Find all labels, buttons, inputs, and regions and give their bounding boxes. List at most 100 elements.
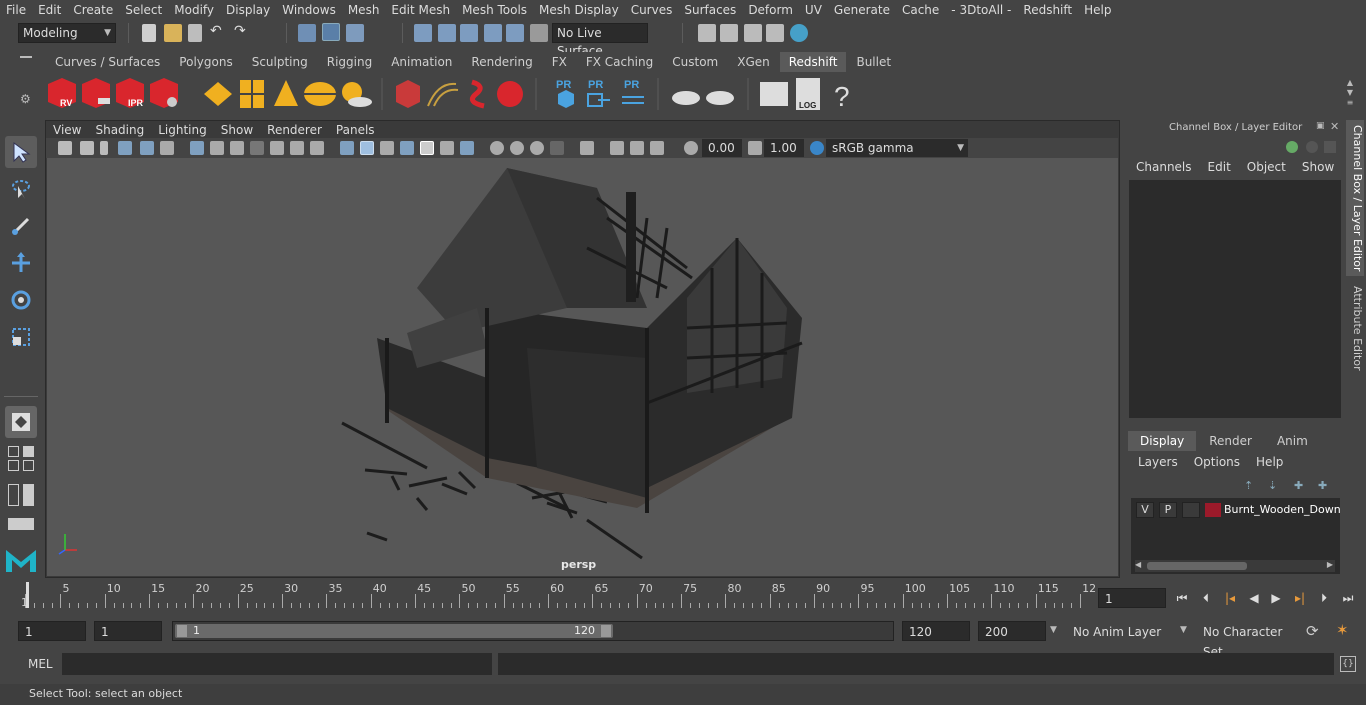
soft-select-tool[interactable] — [5, 406, 37, 438]
gamma-field[interactable]: 1.00 — [764, 139, 804, 157]
motion-blur-icon[interactable] — [490, 141, 504, 155]
shelf-menu-icon[interactable] — [20, 56, 32, 58]
step-back-frame-icon[interactable]: |◂ — [1222, 590, 1238, 606]
layout-two-view-icon[interactable] — [8, 460, 19, 471]
magnet-icon[interactable] — [530, 24, 548, 42]
layout-single-view-icon[interactable] — [23, 446, 34, 457]
menu-modify[interactable]: Modify — [168, 3, 220, 17]
rotate-tool[interactable] — [5, 284, 37, 316]
snap-view-icon[interactable] — [484, 24, 502, 42]
viewport-menu-show[interactable]: Show — [214, 123, 260, 137]
menu-create[interactable]: Create — [67, 3, 119, 17]
pr-export-icon[interactable]: PR — [587, 79, 610, 107]
exposure-field[interactable]: 0.00 — [702, 139, 742, 157]
wireframe-icon[interactable] — [340, 141, 354, 155]
grid-toggle-icon[interactable] — [190, 141, 204, 155]
hypershade-icon[interactable] — [790, 24, 808, 42]
screen-space-ao-icon[interactable] — [460, 141, 474, 155]
select-component-icon[interactable] — [346, 24, 364, 42]
step-forward-key-icon[interactable]: ⏵ — [1316, 590, 1332, 606]
menu-uv[interactable]: UV — [799, 3, 828, 17]
pr-object-icon[interactable]: PR — [556, 79, 574, 108]
time-slider-track[interactable]: 1 5 10 15 20 25 30 35 40 45 50 55 60 65 70 75 80 85 90 95 10… — [21, 582, 1096, 610]
menu-curves[interactable]: Curves — [625, 3, 679, 17]
snap-grid-icon[interactable] — [414, 24, 432, 42]
end-time-field[interactable]: 200 — [978, 621, 1046, 641]
command-input[interactable] — [62, 653, 492, 675]
shelf-tab-rigging[interactable]: Rigging — [317, 52, 382, 72]
shelf-tab-xgen[interactable]: XGen — [728, 52, 779, 72]
safe-action-icon[interactable] — [290, 141, 304, 155]
live-surface-field[interactable]: No Live Surface — [552, 23, 648, 58]
menu-3dtoall[interactable]: - 3DtoAll - — [945, 3, 1017, 17]
bookmark-icon[interactable] — [100, 141, 108, 155]
layer-row[interactable]: V P Burnt_Wooden_Down — [1131, 500, 1341, 520]
script-editor-icon[interactable]: {} — [1340, 656, 1356, 672]
snap-curve-icon[interactable] — [438, 24, 456, 42]
manipulator-icon[interactable] — [1286, 141, 1298, 153]
smooth-shade-icon[interactable] — [360, 141, 374, 155]
menu-display[interactable]: Display — [220, 3, 276, 17]
speed-icon[interactable] — [1306, 141, 1318, 153]
textured-icon[interactable] — [400, 141, 414, 155]
snap-point-icon[interactable] — [460, 24, 478, 42]
anim-layer-dropdown[interactable]: No Anim Layer — [1066, 621, 1182, 641]
shelf-tab-fx[interactable]: FX — [542, 52, 576, 72]
script-editor-icon[interactable] — [760, 82, 788, 106]
go-to-end-icon[interactable]: ⏭ — [1340, 590, 1356, 606]
pr-swap-icon[interactable]: PR — [622, 79, 644, 104]
snap-surface-icon[interactable] — [506, 24, 524, 42]
gamma-icon[interactable] — [748, 141, 762, 155]
select-hierarchy-icon[interactable] — [298, 24, 316, 42]
shadows-icon[interactable] — [440, 141, 454, 155]
light-spot-icon[interactable] — [274, 80, 298, 106]
shelf-tab-bullet[interactable]: Bullet — [847, 52, 901, 72]
color-management-icon[interactable] — [810, 141, 824, 155]
camera-select-icon[interactable] — [58, 141, 72, 155]
scrollbar-thumb[interactable] — [1147, 562, 1247, 570]
float-panel-icon[interactable]: ▣ — [1316, 121, 1325, 131]
use-all-lights-icon[interactable] — [420, 141, 434, 155]
start-time-field[interactable]: 1 — [18, 621, 86, 641]
color-space-dropdown[interactable]: sRGB gamma ▼ — [826, 139, 968, 157]
mode-dropdown[interactable]: Modeling ▼ — [18, 23, 116, 43]
gear-icon[interactable]: ⚙ — [20, 92, 31, 106]
undo-icon[interactable]: ↶ — [210, 23, 222, 39]
layer-visibility-toggle[interactable]: V — [1136, 502, 1154, 518]
layer-tab-render[interactable]: Render — [1197, 431, 1264, 451]
layer-playback-toggle[interactable]: P — [1159, 502, 1177, 518]
shelf-tab-polygons[interactable]: Polygons — [170, 52, 242, 72]
layer-list-scrollbar[interactable]: ◀ ▶ — [1135, 560, 1335, 572]
xray-icon[interactable] — [580, 141, 594, 155]
move-layer-up-icon[interactable]: ⇡ — [1244, 479, 1253, 492]
camera-attributes-icon[interactable] — [80, 141, 94, 155]
viewport-menu-shading[interactable]: Shading — [88, 123, 151, 137]
channel-box-menu-show[interactable]: Show — [1294, 160, 1342, 178]
light-portal-icon[interactable] — [240, 80, 264, 108]
channel-box-menu-object[interactable]: Object — [1239, 160, 1294, 178]
menu-windows[interactable]: Windows — [276, 3, 342, 17]
menu-surfaces[interactable]: Surfaces — [678, 3, 742, 17]
command-language-label[interactable]: MEL — [28, 657, 53, 671]
move-layer-down-icon[interactable]: ⇣ — [1268, 479, 1277, 492]
wireframe-on-shaded-icon[interactable] — [380, 141, 394, 155]
menu-help[interactable]: Help — [1078, 3, 1117, 17]
menu-redshift[interactable]: Redshift — [1017, 3, 1078, 17]
render-view-icon[interactable] — [698, 24, 716, 42]
playback-end-field[interactable]: 120 — [902, 621, 970, 641]
close-icon[interactable]: ✕ — [1330, 120, 1339, 133]
layer-menu-help[interactable]: Help — [1248, 455, 1291, 473]
render-sequence-icon[interactable] — [82, 78, 110, 108]
menu-edit-mesh[interactable]: Edit Mesh — [385, 3, 456, 17]
anti-aliasing-icon[interactable] — [510, 141, 524, 155]
help-icon[interactable]: ? — [834, 81, 850, 112]
proxy-export-icon[interactable] — [396, 80, 420, 108]
menu-mesh-tools[interactable]: Mesh Tools — [456, 3, 533, 17]
viewport-menu-lighting[interactable]: Lighting — [151, 123, 214, 137]
render-settings-icon[interactable] — [766, 24, 784, 42]
shelf-tab-rendering[interactable]: Rendering — [462, 52, 542, 72]
chevron-down-icon[interactable]: ▼ — [1050, 625, 1057, 635]
open-scene-icon[interactable] — [164, 24, 182, 42]
move-tool[interactable] — [5, 247, 37, 279]
current-frame-field[interactable]: 1 — [1098, 588, 1166, 608]
